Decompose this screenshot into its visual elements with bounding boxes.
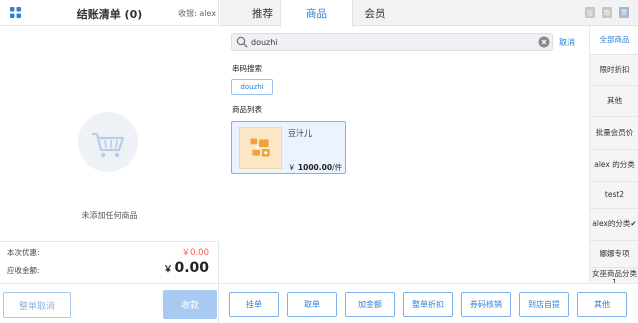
clear-search-icon[interactable] — [538, 36, 550, 48]
category-other[interactable]: 其他 — [590, 86, 638, 117]
cart-footer: 整单取消 收款 — [0, 283, 219, 323]
cart-empty-state: 未添加任何商品 — [0, 26, 219, 241]
other-actions-button[interactable]: 其他 — [577, 292, 627, 317]
category-alex-checked[interactable]: alex的分类✔ — [590, 209, 638, 241]
product-unit: /件 — [332, 163, 343, 172]
add-amount-button[interactable]: 加金额 — [345, 292, 395, 317]
goods-panel: 推荐 商品 会员 挂 取 票 取消 串码搜索 douzhi 商品列表 豆汁儿 — [220, 0, 638, 323]
empty-cart-text: 未添加任何商品 — [81, 211, 138, 220]
fetch-shortcut-button[interactable]: 取 — [602, 7, 612, 18]
discount-value: ￥0.00 — [181, 248, 209, 258]
receivable-label: 应收金额: — [7, 266, 40, 275]
product-name: 豆汁儿 — [288, 129, 312, 138]
fetch-order-button[interactable]: 取单 — [287, 292, 337, 317]
order-discount-button[interactable]: 整单折扣 — [403, 292, 453, 317]
product-price-value: 1000.00 — [297, 163, 333, 172]
empty-cart-icon — [78, 112, 138, 172]
receivable-amount: 0.00 — [174, 260, 209, 276]
category-flash-discount[interactable]: 限时折扣 — [590, 55, 638, 86]
product-price: ￥ 1000.00/件 — [288, 162, 342, 173]
category-all[interactable]: 全部商品 — [590, 26, 638, 55]
cart-panel: 结账清单 (0) 收银: alex 未添加任何商品 本次优惠: ￥0.00 应收… — [0, 0, 219, 323]
coupon-verify-button[interactable]: 券码核销 — [461, 292, 511, 317]
serial-search-title: 串码搜索 — [232, 64, 262, 73]
action-bar: 挂单 取单 加金额 整单折扣 券码核销 到店自提 其他 — [220, 283, 638, 323]
store-pickup-button[interactable]: 到店自提 — [519, 292, 569, 317]
currency-symbol: ￥ — [163, 265, 173, 275]
receivable-value: ￥ 0.00 — [163, 260, 209, 276]
category-bulk-member-price[interactable]: 批量会员价 — [590, 117, 638, 150]
cashier-label: 收银: alex — [178, 9, 216, 18]
category-nana[interactable]: 娜娜专项 — [590, 241, 638, 268]
search-icon — [236, 36, 248, 48]
tab-bar: 推荐 商品 会员 挂 取 票 — [220, 0, 638, 27]
receipt-shortcut-button[interactable]: 票 — [619, 7, 629, 18]
category-test2[interactable]: test2 — [590, 182, 638, 209]
search-cancel-button[interactable]: 取消 — [559, 37, 575, 48]
discount-label: 本次优惠: — [7, 248, 40, 257]
tab-member[interactable]: 会员 — [340, 0, 410, 26]
search-input[interactable] — [251, 35, 531, 49]
hang-order-button[interactable]: 挂单 — [229, 292, 279, 317]
cancel-order-button[interactable]: 整单取消 — [3, 292, 71, 318]
category-alex[interactable]: alex 的分类 — [590, 150, 638, 182]
product-currency: ￥ — [288, 163, 296, 172]
category-sidebar: 全部商品 限时折扣 其他 批量会员价 alex 的分类 test2 alex的分… — [589, 26, 638, 296]
product-list-title: 商品列表 — [232, 105, 262, 114]
product-card[interactable]: 豆汁儿 ￥ 1000.00/件 — [231, 121, 346, 174]
cart-header: 结账清单 (0) 收银: alex — [0, 0, 219, 26]
search-bar — [231, 33, 553, 51]
checkout-button[interactable]: 收款 — [163, 290, 217, 319]
cart-summary: 本次优惠: ￥0.00 应收金额: ￥ 0.00 — [0, 241, 219, 283]
product-placeholder-icon — [239, 127, 282, 169]
serial-search-chip[interactable]: douzhi — [231, 79, 273, 95]
hang-shortcut-button[interactable]: 挂 — [585, 7, 595, 18]
